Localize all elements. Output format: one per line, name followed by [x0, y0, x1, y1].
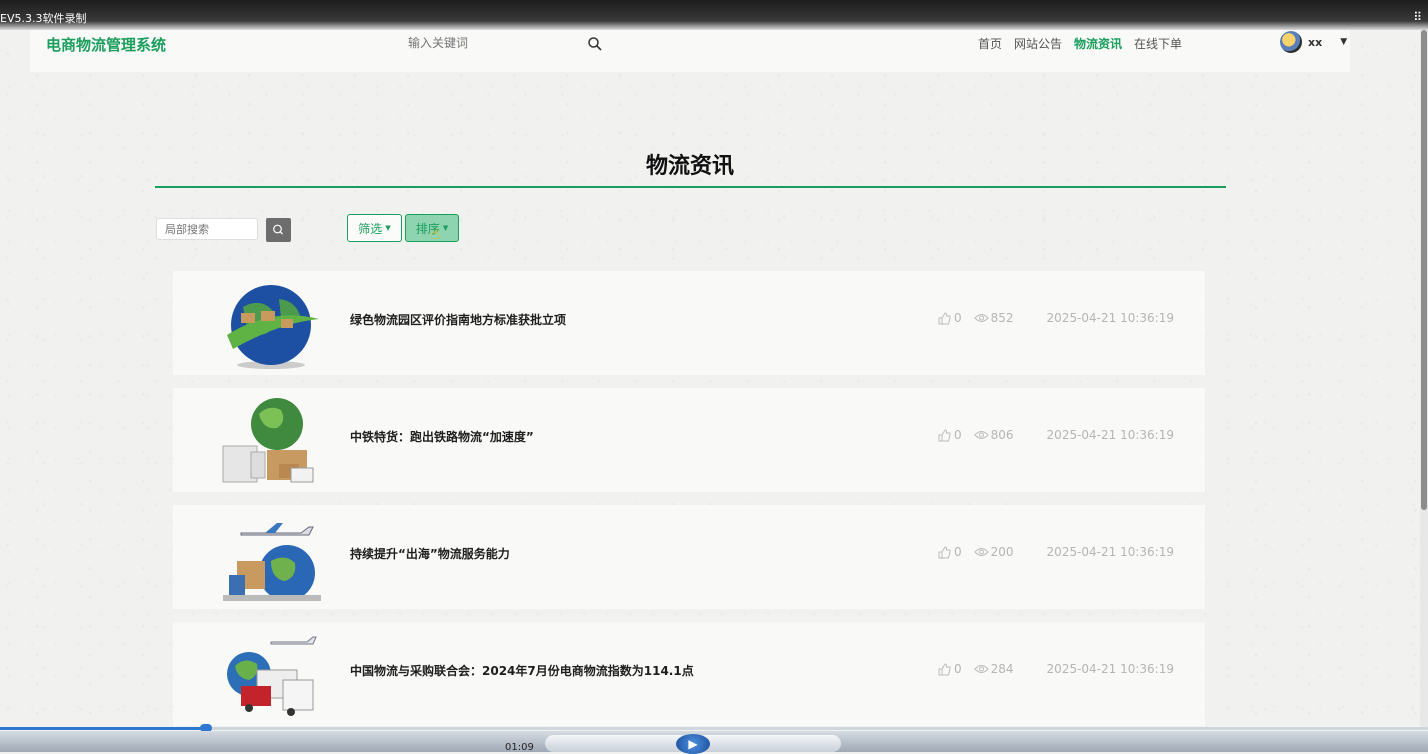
main-nav: 首页 网站公告 物流资讯 在线下单 [978, 35, 1182, 52]
eye-icon [973, 314, 989, 322]
like-count: 0 [954, 662, 962, 676]
recorder-menu-icon[interactable]: ⠿ [1413, 10, 1422, 24]
playback-progress-fill [0, 727, 206, 730]
nav-item-logistics-news[interactable]: 物流资讯 [1074, 35, 1122, 52]
filter-button[interactable]: 筛选 ▼ [347, 214, 402, 242]
view-count: 200 [990, 545, 1014, 559]
search-icon[interactable] [587, 36, 603, 52]
title-divider [155, 186, 1226, 188]
article-meta: 0 284 2025-04-21 10:36:19 [937, 662, 1174, 676]
thumbs-up-icon[interactable] [937, 545, 952, 559]
page-title: 物流资讯 [645, 154, 734, 179]
thumbs-up-icon[interactable] [937, 311, 952, 325]
recorder-title: EV5.3.3软件录制 [0, 12, 87, 25]
caret-down-icon: ▼ [442, 224, 449, 232]
caret-down-icon: ▼ [385, 224, 391, 232]
local-search-button[interactable] [266, 218, 291, 242]
user-name[interactable]: xx [1308, 36, 1322, 49]
article-date: 2025-04-21 10:36:19 [1046, 545, 1174, 559]
article-date: 2025-04-21 10:36:19 [1046, 662, 1174, 676]
article-title[interactable]: 中铁特货：跑出铁路物流“加速度” [350, 428, 534, 445]
article-title[interactable]: 持续提升“出海”物流服务能力 [350, 545, 510, 562]
site-logo[interactable]: 电商物流管理系统 [46, 34, 166, 55]
eye-icon [973, 548, 989, 556]
recorder-title-bar: EV5.3.3软件录制 ⠿ [0, 0, 1428, 30]
article-item[interactable]: 持续提升“出海”物流服务能力 0 200 2025-04-21 10:36:19 [173, 505, 1205, 609]
avatar[interactable] [1280, 31, 1302, 53]
article-item[interactable]: 绿色物流园区评价指南地方标准获批立项 0 852 2025-04-21 10:3… [173, 271, 1205, 375]
user-menu[interactable]: xx ▼ [1280, 31, 1347, 53]
player-controls: 01:09 ▶ [0, 731, 1428, 754]
site-header: 电商物流管理系统 首页 网站公告 物流资讯 在线下单 xx ▼ [30, 30, 1350, 72]
page-scrollbar[interactable] [1420, 30, 1428, 730]
filter-button-label: 筛选 [358, 221, 383, 236]
globe-truck-thumbnail [222, 398, 314, 483]
hand-cursor-icon: ☝ [430, 224, 440, 243]
nav-item-home[interactable]: 首页 [978, 35, 1002, 52]
like-count: 0 [954, 311, 962, 325]
plane-globe-thumbnail [223, 523, 321, 601]
keyword-search-input[interactable] [406, 35, 590, 51]
chevron-down-icon[interactable]: ▼ [1340, 37, 1347, 47]
article-title[interactable]: 中国物流与采购联合会：2024年7月份电商物流指数为114.1点 [350, 662, 694, 679]
nav-item-place-order[interactable]: 在线下单 [1134, 35, 1182, 52]
view-count: 284 [990, 662, 1014, 676]
like-count: 0 [954, 428, 962, 442]
like-count: 0 [954, 545, 962, 559]
local-search-input[interactable] [156, 218, 258, 240]
article-date: 2025-04-21 10:36:19 [1046, 428, 1174, 442]
globe-logistics-thumbnail [227, 285, 319, 369]
view-count: 852 [990, 311, 1014, 325]
article-date: 2025-04-21 10:36:19 [1046, 311, 1174, 325]
scrollbar-thumb[interactable] [1421, 30, 1427, 510]
playback-progress-bar[interactable] [0, 724, 1428, 732]
article-item[interactable]: 中国物流与采购联合会：2024年7月份电商物流指数为114.1点 0 284 2… [173, 622, 1205, 726]
article-item[interactable]: 中铁特货：跑出铁路物流“加速度” 0 806 2025-04-21 10:36:… [173, 388, 1205, 492]
playback-time: 01:09 [505, 742, 534, 753]
eye-icon [973, 665, 989, 673]
play-icon[interactable]: ▶ [676, 734, 710, 754]
globe-plane-truck-thumbnail [227, 636, 317, 716]
thumbs-up-icon[interactable] [937, 428, 952, 442]
view-count: 806 [990, 428, 1014, 442]
article-title[interactable]: 绿色物流园区评价指南地方标准获批立项 [350, 311, 566, 328]
article-meta: 0 852 2025-04-21 10:36:19 [937, 311, 1174, 325]
eye-icon [973, 431, 989, 439]
thumbs-up-icon[interactable] [937, 662, 952, 676]
article-meta: 0 200 2025-04-21 10:36:19 [937, 545, 1174, 559]
nav-item-announcements[interactable]: 网站公告 [1014, 35, 1062, 52]
article-meta: 0 806 2025-04-21 10:36:19 [937, 428, 1174, 442]
search-icon [273, 224, 283, 235]
